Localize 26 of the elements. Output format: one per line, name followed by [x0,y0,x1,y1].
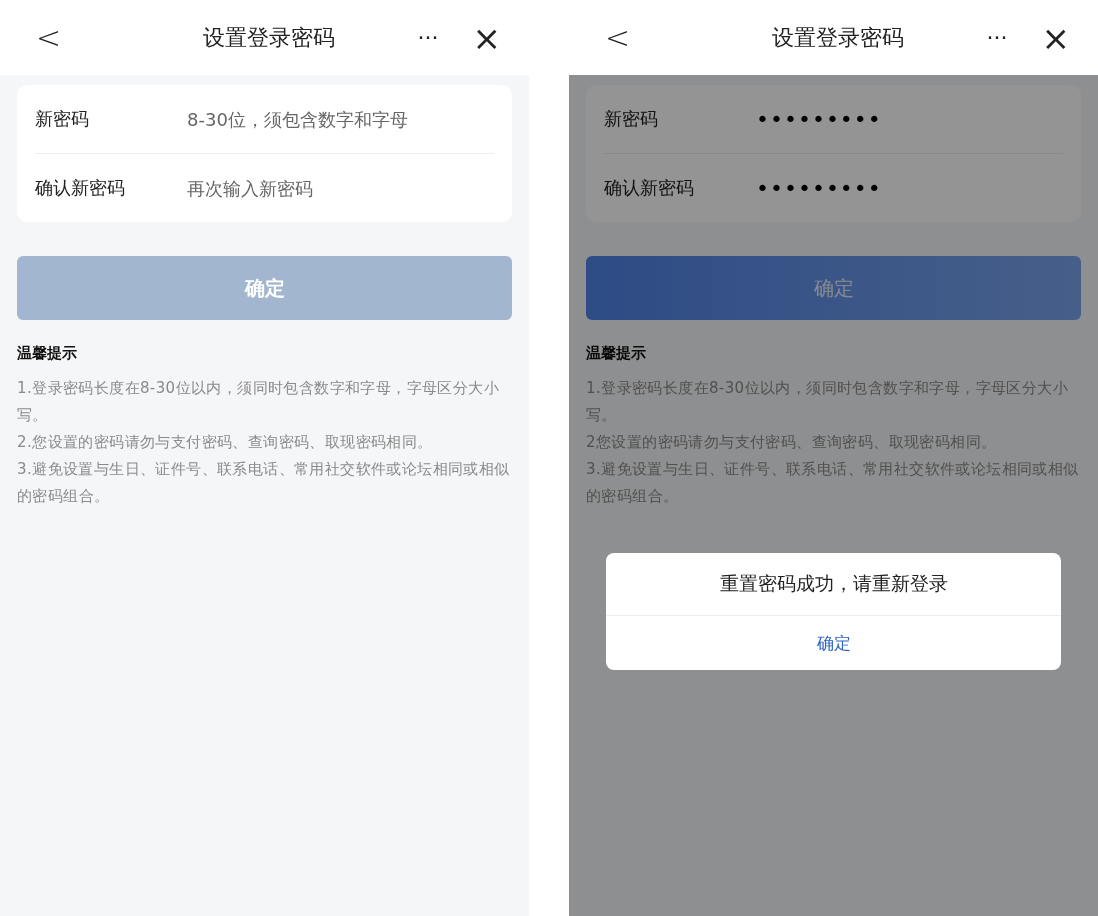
dialog-confirm-button[interactable]: 确定 [606,616,1061,670]
password-field[interactable]: ••••••••• [756,106,882,132]
password-field[interactable]: 8-30位，须包含数字和字母 [187,108,494,130]
tip-text: 1.登录密码长度在8-30位以内，须同时包含数字和字母，字母区分大小写。 [17,378,500,426]
tip-text: 2您设置的密码请勿与支付密码、查询密码、取现密码相同。 [586,432,997,453]
tip-text: 3.避免设置与生日、证件号、联系电话、常用社交软件或论坛相同或相似的密码组合。 [17,459,511,507]
tip-text: 1.登录密码长度在8-30位以内，须同时包含数字和字母，字母区分大小写。 [586,378,1069,426]
field-label: 新密码 [604,107,659,131]
tips-heading: 温馨提示 [586,344,646,363]
back-button[interactable]: < [36,20,62,55]
tip-text: 3.避免设置与生日、证件号、联系电话、常用社交软件或论坛相同或相似的密码组合。 [586,459,1080,507]
field-label: 新密码 [35,107,90,131]
page-title: 设置登录密码 [771,23,904,52]
close-button[interactable]: × [472,17,501,58]
tips-heading: 温馨提示 [17,344,77,363]
more-button[interactable]: ··· [986,25,1008,50]
more-button[interactable]: ··· [417,25,439,50]
field-label: 确认新密码 [35,176,126,200]
password-field[interactable]: 再次输入新密码 [187,177,494,199]
password-field[interactable]: ••••••••• [756,175,882,201]
field-label: 确认新密码 [604,176,695,200]
dialog-message: 重置密码成功，请重新登录 [606,553,1061,616]
back-button[interactable]: < [605,20,631,55]
page-title: 设置登录密码 [202,23,335,52]
tip-text: 2.您设置的密码请勿与支付密码、查询密码、取现密码相同。 [17,432,433,453]
close-button[interactable]: × [1041,17,1070,58]
